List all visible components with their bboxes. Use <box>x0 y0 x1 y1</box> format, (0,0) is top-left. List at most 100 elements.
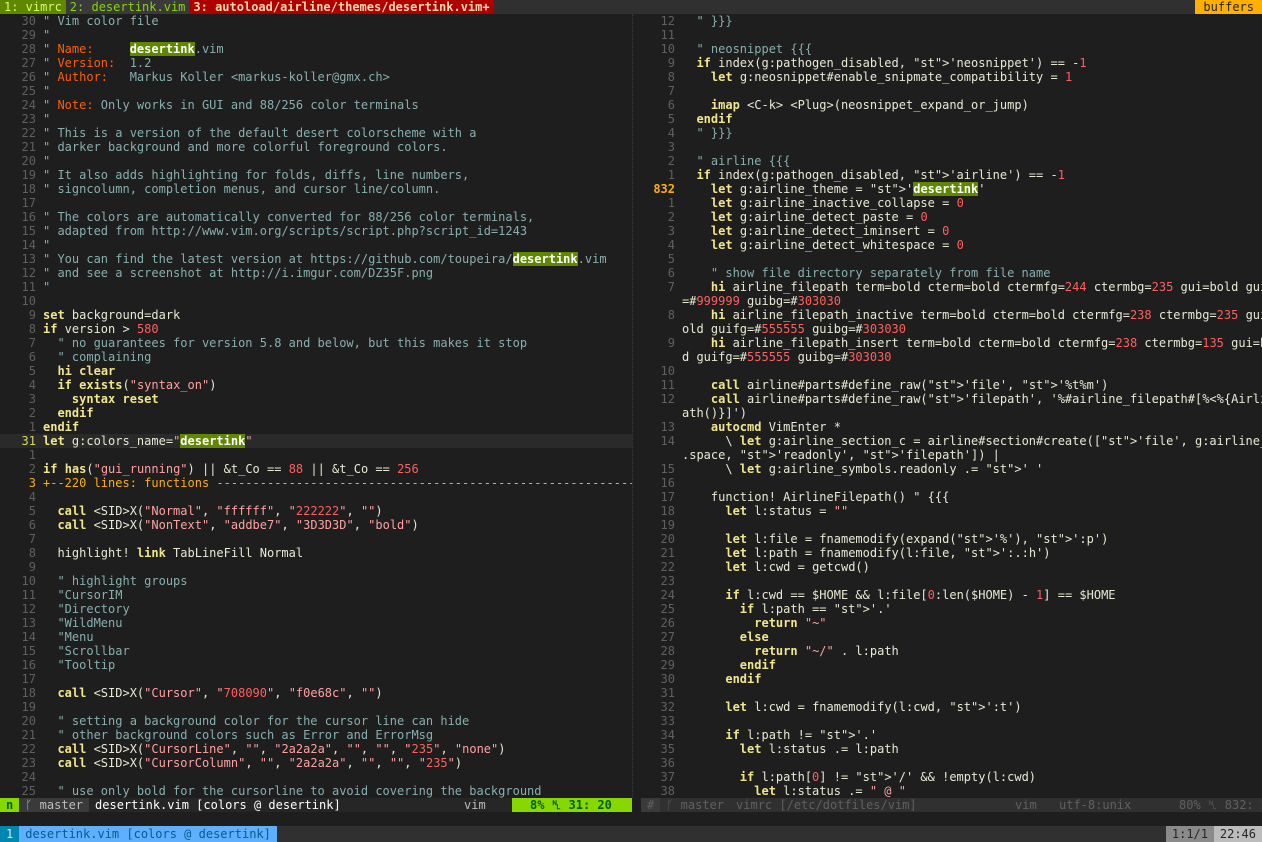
code-line[interactable]: .space, "st">'readonly', "st">'filepath'… <box>641 448 1262 462</box>
code-line[interactable]: 20 " setting a background color for the … <box>0 714 632 728</box>
code-line[interactable]: 3 let g:airline_detect_iminsert = 0 <box>641 224 1262 238</box>
code-line[interactable]: 2 let g:airline_detect_paste = 0 <box>641 210 1262 224</box>
right-editor-pane[interactable]: 12 " }}} 11 10 " neosnippet {{{9 if index(… <box>641 14 1262 798</box>
code-line[interactable]: 13 " You can find the latest version at h… <box>0 252 632 266</box>
code-line[interactable]: 34 if l:path != "st">'.' <box>641 728 1262 742</box>
code-line[interactable]: 30 endif <box>641 672 1262 686</box>
code-line[interactable]: 20 " <box>0 154 632 168</box>
code-line[interactable]: 13 autocmd VimEnter * <box>641 420 1262 434</box>
code-line[interactable]: 14 " <box>0 238 632 252</box>
code-line[interactable]: 21 " darker background and more colorful … <box>0 140 632 154</box>
code-line[interactable]: 18 let l:status = "" <box>641 504 1262 518</box>
code-line[interactable]: 8 highlight! link TabLineFill Normal <box>0 546 632 560</box>
left-editor-pane[interactable]: 30 " Vim color file 29 " 28 " Name: desertink… <box>0 14 632 798</box>
code-line[interactable]: 16 " The colors are automatically convert… <box>0 210 632 224</box>
code-line[interactable]: 1 endif <box>0 420 632 434</box>
code-line[interactable]: 14 \ let g:airline_section_c = airline#s… <box>641 434 1262 448</box>
vertical-split-separator[interactable] <box>632 14 641 798</box>
code-line[interactable]: 10 " neosnippet {{{ <box>641 42 1262 56</box>
code-line[interactable]: 29 " <box>0 28 632 42</box>
code-line[interactable]: 26 return "~" <box>641 616 1262 630</box>
code-line[interactable]: 22 call <SID>X("CursorLine", "", "2a2a2a… <box>0 742 632 756</box>
code-line[interactable]: 28 " Name: desertink.vim <box>0 42 632 56</box>
code-line[interactable]: 3 <box>641 140 1262 154</box>
code-line[interactable]: 33 <box>641 714 1262 728</box>
code-line[interactable]: 15 \ let g:airline_symbols.readonly .= "… <box>641 462 1262 476</box>
code-line[interactable]: 11 " <box>0 280 632 294</box>
code-line[interactable]: 19 <box>641 518 1262 532</box>
tab-vimrc[interactable]: 1: vimrc <box>0 0 66 14</box>
code-line[interactable]: 6 " show file directory separately from … <box>641 266 1262 280</box>
code-line[interactable]: 19 <box>0 700 632 714</box>
code-line[interactable]: 25 " use only bold for the cursorline to… <box>0 784 632 798</box>
code-line[interactable]: 5 hi clear <box>0 364 632 378</box>
code-line[interactable]: 8 hi airline_filepath_inactive term=bold… <box>641 308 1262 322</box>
code-line[interactable]: old guifg=#555555 guibg=#303030 <box>641 322 1262 336</box>
code-line[interactable]: 11 call airline#parts#define_raw("st">'f… <box>641 378 1262 392</box>
code-line[interactable]: 27 " Version: 1.2 <box>0 56 632 70</box>
code-line[interactable]: 38 let l:status .= " @ " <box>641 784 1262 798</box>
code-line[interactable]: 832 let g:airline_theme = "st">'desertin… <box>641 182 1262 196</box>
code-line[interactable]: 12 " }}} <box>641 14 1262 28</box>
code-line[interactable]: 26 " Author: Markus Koller <markus-koller… <box>0 70 632 84</box>
code-line[interactable]: 20 let l:file = fnamemodify(expand("st">… <box>641 532 1262 546</box>
code-line[interactable]: 9 hi airline_filepath_insert term=bold c… <box>641 336 1262 350</box>
code-line[interactable]: 2 endif <box>0 406 632 420</box>
code-line[interactable]: 37 if l:path[0] != "st">'/' && !empty(l:… <box>641 770 1262 784</box>
code-line[interactable]: 2 if has("gui_running") || &t_Co == 88 ||… <box>0 462 632 476</box>
code-line[interactable]: 21 " other background colors such as Err… <box>0 728 632 742</box>
command-line[interactable]: 1 desertink.vim [colors @ desertink] 1:1/… <box>0 826 1262 842</box>
code-line[interactable]: 28 return "~/" . l:path <box>641 644 1262 658</box>
code-line[interactable]: 36 <box>641 756 1262 770</box>
code-line[interactable]: 21 let l:path = fnamemodify(l:file, "st"… <box>641 546 1262 560</box>
code-line[interactable]: =#999999 guibg=#303030 <box>641 294 1262 308</box>
code-line[interactable]: 24 <box>0 770 632 784</box>
code-line[interactable]: 27 else <box>641 630 1262 644</box>
code-line[interactable]: 1 if index(g:pathogen_disabled, "st">'ai… <box>641 168 1262 182</box>
code-line[interactable]: 12 " and see a screenshot at http://i.img… <box>0 266 632 280</box>
code-line[interactable]: 10 " highlight groups <box>0 574 632 588</box>
code-line[interactable]: 6 call <SID>X("NonText", "addbe7", "3D3D… <box>0 518 632 532</box>
code-line[interactable]: 14 "Menu <box>0 630 632 644</box>
code-line[interactable]: 5 call <SID>X("Normal", "ffffff", "22222… <box>0 504 632 518</box>
code-line[interactable]: 17 function! AirlineFilepath() " {{{ <box>641 490 1262 504</box>
code-line[interactable]: 25 " <box>0 84 632 98</box>
code-line[interactable]: 11 <box>641 28 1262 42</box>
code-line[interactable]: 23 " <box>0 112 632 126</box>
code-line[interactable]: 4 <box>0 490 632 504</box>
buffers-tab[interactable]: buffers <box>1195 0 1262 14</box>
code-line[interactable]: 4 if exists("syntax_on") <box>0 378 632 392</box>
code-line[interactable]: 25 if l:path == "st">'.' <box>641 602 1262 616</box>
code-line[interactable]: 29 endif <box>641 658 1262 672</box>
code-line[interactable]: 24 " Note: Only works in GUI and 88/256 c… <box>0 98 632 112</box>
code-line[interactable]: 31 let g:colors_name="desertink" <box>0 434 632 448</box>
code-line[interactable]: d guifg=#555555 guibg=#303030 <box>641 350 1262 364</box>
code-line[interactable]: 7 <box>0 532 632 546</box>
code-line[interactable]: 32 let l:cwd = fnamemodify(l:cwd, "st">'… <box>641 700 1262 714</box>
code-line[interactable]: 4 let g:airline_detect_whitespace = 0 <box>641 238 1262 252</box>
buffer-name[interactable]: desertink.vim [colors @ desertink] <box>19 826 277 842</box>
code-line[interactable]: 9 set background=dark <box>0 308 632 322</box>
code-line[interactable]: 24 if l:cwd == $HOME && l:file[0:len($HO… <box>641 588 1262 602</box>
code-line[interactable]: 9 <box>0 560 632 574</box>
code-line[interactable]: 16 "Tooltip <box>0 658 632 672</box>
code-line[interactable]: 31 <box>641 686 1262 700</box>
code-line[interactable]: 35 let l:status .= l:path <box>641 742 1262 756</box>
code-line[interactable]: 12 "Directory <box>0 602 632 616</box>
code-line[interactable]: 4 " }}} <box>641 126 1262 140</box>
code-line[interactable]: 10 <box>641 364 1262 378</box>
code-line[interactable]: 11 "CursorIM <box>0 588 632 602</box>
code-line[interactable]: 30 " Vim color file <box>0 14 632 28</box>
code-line[interactable]: 15 " adapted from http://www.vim.org/scri… <box>0 224 632 238</box>
code-line[interactable]: 22 let l:cwd = getcwd() <box>641 560 1262 574</box>
code-line[interactable]: 23 <box>641 574 1262 588</box>
code-line[interactable]: 17 <box>0 672 632 686</box>
code-line[interactable]: 2 " airline {{{ <box>641 154 1262 168</box>
code-line[interactable]: 7 hi airline_filepath term=bold cterm=bo… <box>641 280 1262 294</box>
code-line[interactable]: 15 "Scrollbar <box>0 644 632 658</box>
code-line[interactable]: 6 imap <C-k> <Plug>(neosnippet_expand_or… <box>641 98 1262 112</box>
tab-airline-theme[interactable]: 3: autoload/airline/themes/desertink.vim… <box>189 0 494 14</box>
code-line[interactable]: 9 if index(g:pathogen_disabled, "st">'ne… <box>641 56 1262 70</box>
code-line[interactable]: 1 let g:airline_inactive_collapse = 0 <box>641 196 1262 210</box>
code-line[interactable]: 19 " It also adds highlighting for folds,… <box>0 168 632 182</box>
